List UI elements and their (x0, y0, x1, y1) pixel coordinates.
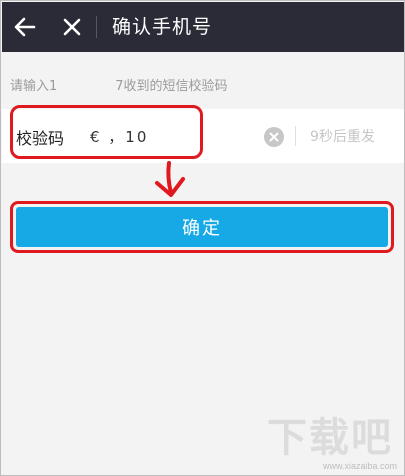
page-title: 确认手机号 (112, 16, 213, 38)
watermark-text: 下载吧 (267, 415, 393, 461)
confirm-button[interactable]: 确定 (16, 207, 388, 247)
close-icon[interactable] (60, 14, 84, 40)
hint-suffix: 7收到的短信校验码 (115, 79, 228, 94)
resend-divider (295, 126, 296, 146)
sms-hint-text: 请输入1 7收到的短信校验码 (10, 75, 228, 94)
watermark-url: www.xiazaiba.com (322, 461, 397, 471)
clear-x-glyph (269, 132, 279, 142)
clear-circle-icon[interactable] (264, 127, 284, 147)
header-divider (96, 16, 97, 38)
top-bar: 确认手机号 (2, 2, 404, 52)
resend-countdown[interactable]: 9秒后重发 (310, 126, 375, 146)
annotation-highlight-confirm: 确定 (10, 201, 394, 253)
arrow-left-icon[interactable] (12, 14, 38, 40)
annotation-highlight-code (10, 105, 203, 159)
annotation-arrow-down-icon (155, 161, 185, 197)
hint-prefix: 请输入1 (10, 79, 58, 94)
watermark-logo: 下载吧 www.xiazaiba.com (267, 405, 399, 473)
masked-phone-number (57, 78, 115, 90)
phone-screen: 确认手机号 请输入1 7收到的短信校验码 校验码 € ，10 9秒后重发 确定 下… (0, 0, 405, 476)
